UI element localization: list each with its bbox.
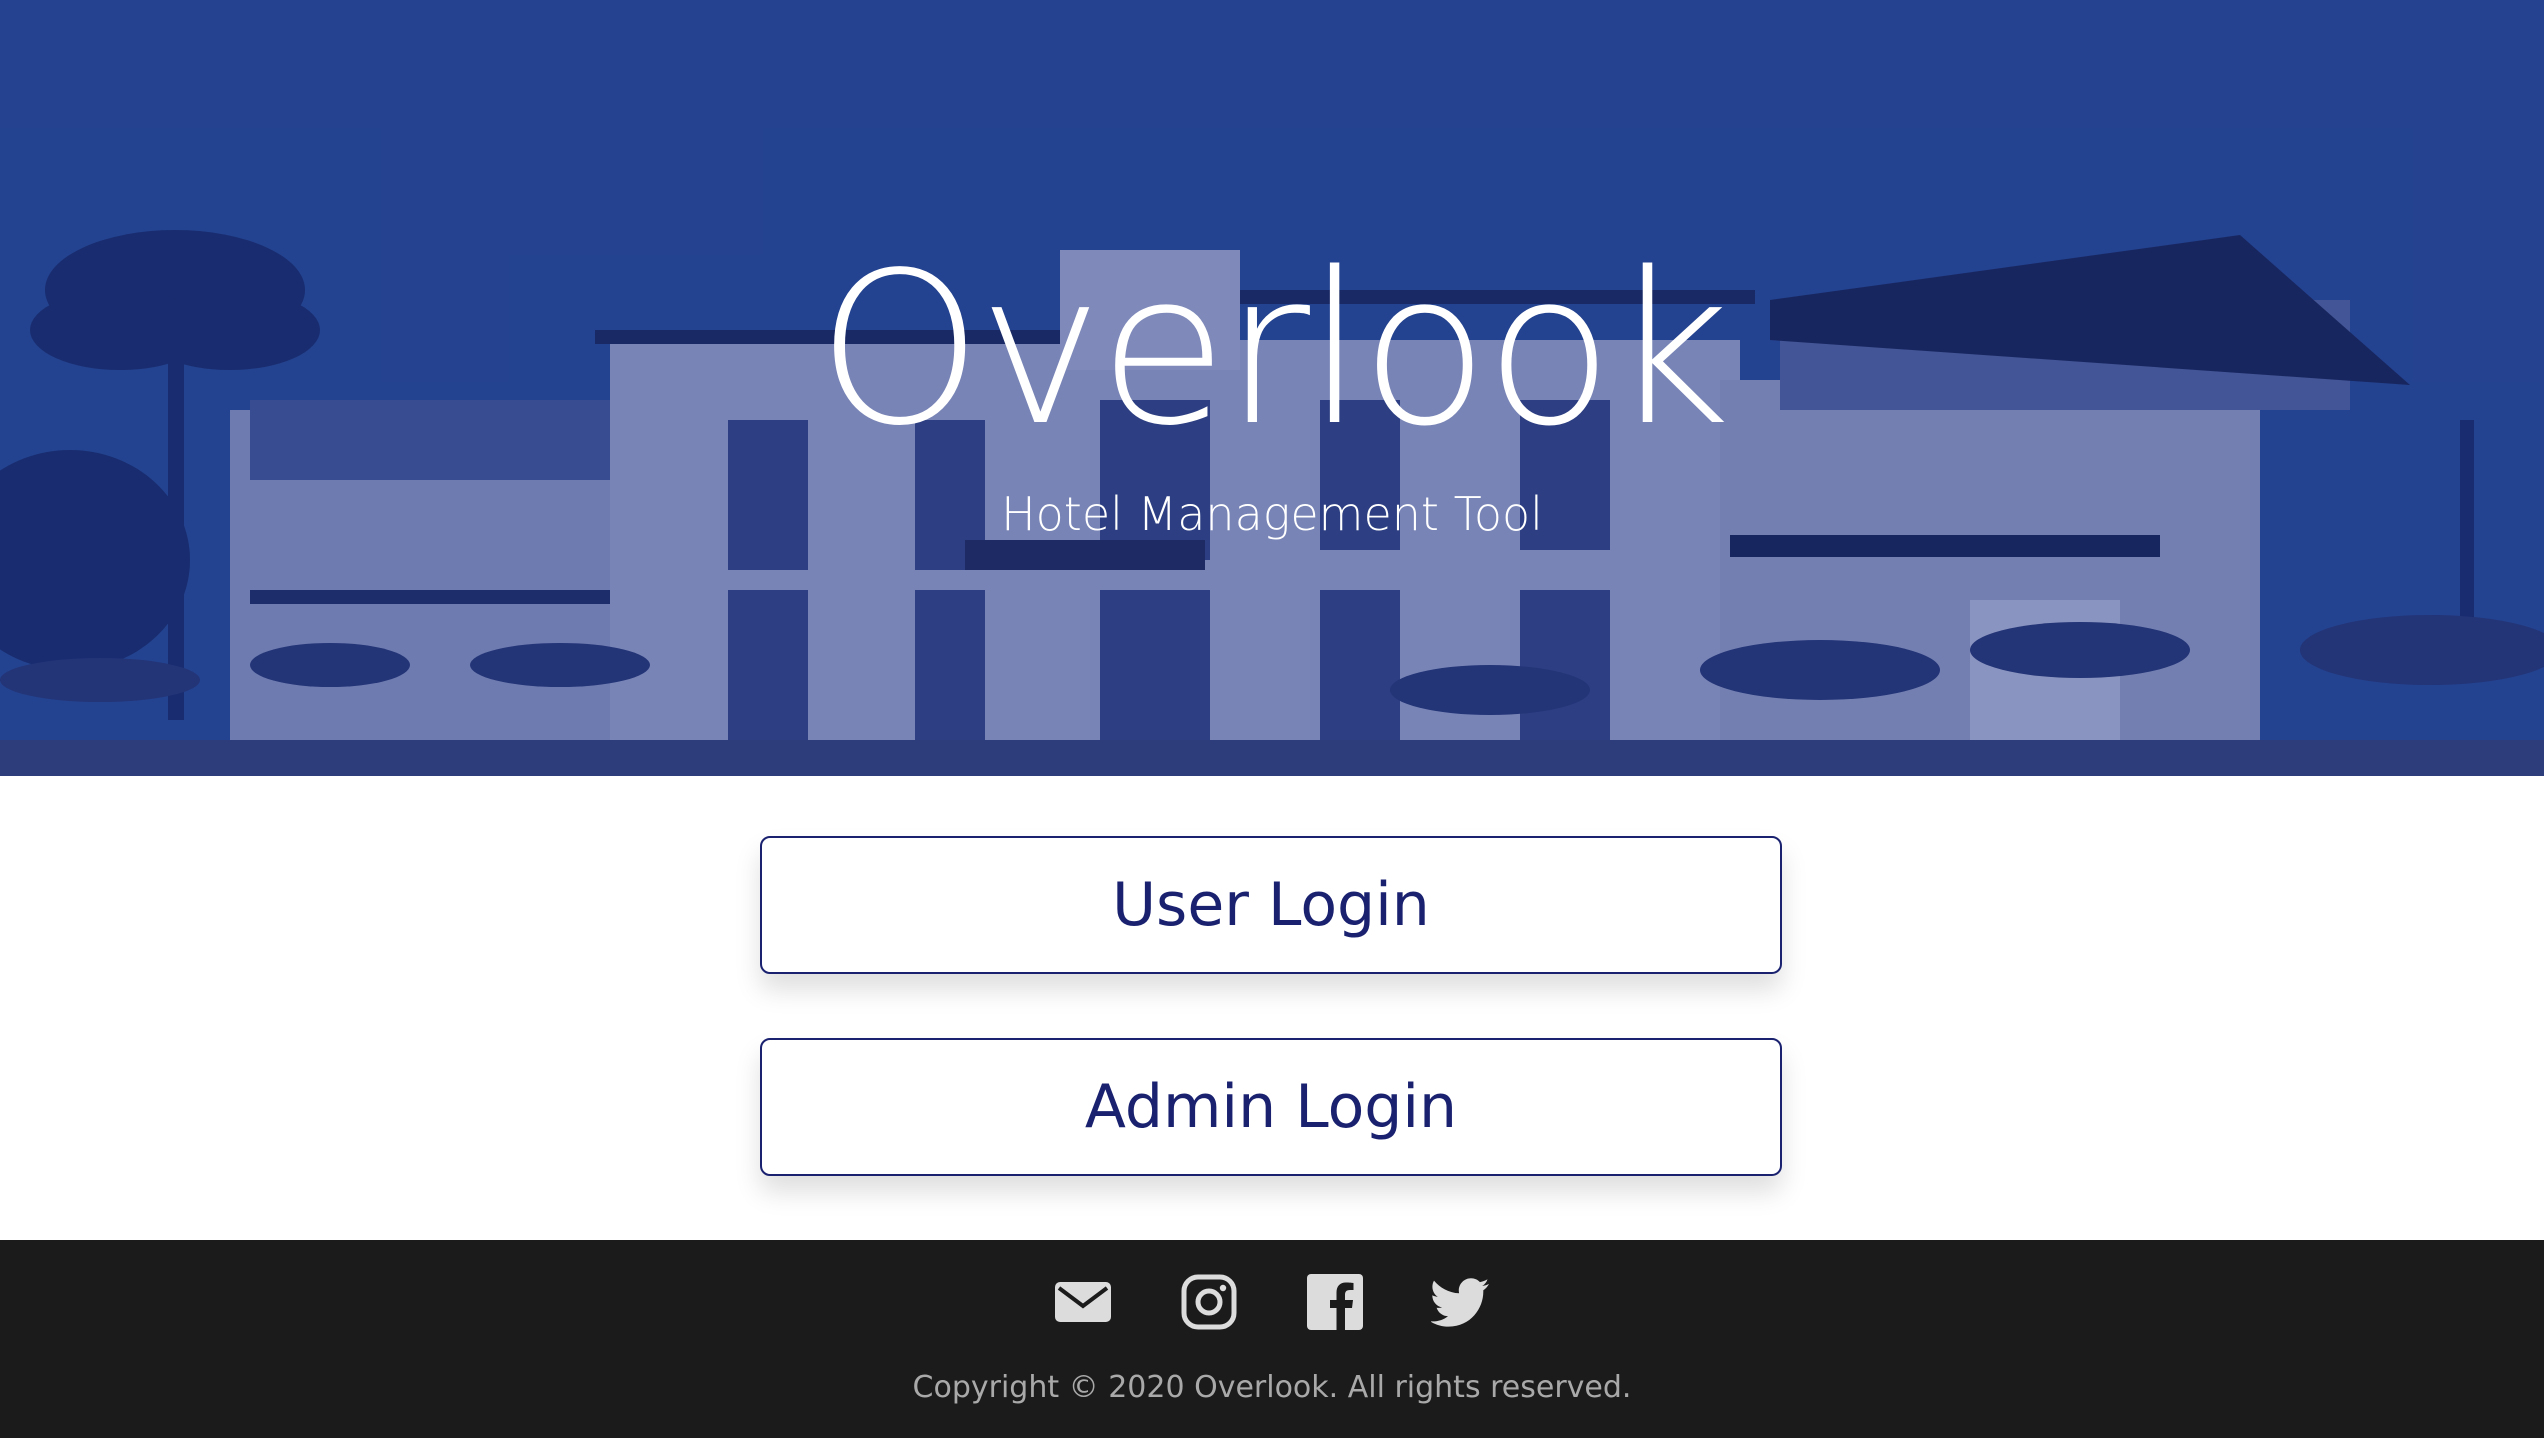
email-icon[interactable] [1053,1272,1113,1332]
social-links [0,1272,2544,1338]
copyright-text: Copyright © 2020 Overlook. All rights re… [912,1370,1632,1405]
facebook-icon[interactable] [1305,1272,1365,1332]
twitter-icon[interactable] [1431,1272,1491,1332]
hero-banner: Overlook Hotel Management Tool [0,0,2544,776]
app-title: Overlook [816,227,1731,472]
app-subtitle: Hotel Management Tool [1001,487,1543,541]
admin-login-button[interactable]: Admin Login [760,1038,1782,1176]
instagram-icon[interactable] [1179,1272,1239,1332]
user-login-button[interactable]: User Login [760,836,1782,974]
footer: Copyright © 2020 Overlook. All rights re… [0,1240,2544,1438]
login-section: User Login Admin Login [0,776,2544,1240]
